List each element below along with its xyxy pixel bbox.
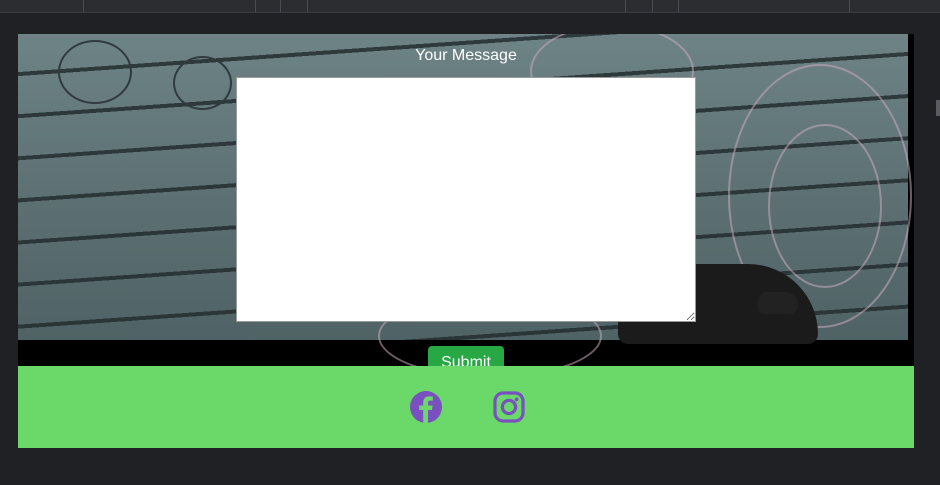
mandala-drawing [768,124,882,288]
toolbar-divider [83,0,84,12]
instagram-link[interactable] [490,388,528,426]
toolbar-divider [849,0,850,12]
footer-social-bar [18,366,914,448]
toolbar-divider [280,0,281,12]
toolbar-divider [678,0,679,12]
message-label: Your Message [415,47,517,64]
facebook-icon [410,391,442,423]
scrollbar-thumb[interactable] [936,100,940,116]
contact-section: Your Message Submit [18,34,914,448]
instagram-icon [493,391,525,423]
toolbar-divider [307,0,308,12]
message-textarea[interactable] [236,77,696,322]
toolbar-divider [625,0,626,12]
facebook-link[interactable] [407,388,445,426]
dog-snout [758,292,798,314]
toolbar-divider [652,0,653,12]
browser-toolbar [0,0,940,13]
toolbar-divider [255,0,256,12]
